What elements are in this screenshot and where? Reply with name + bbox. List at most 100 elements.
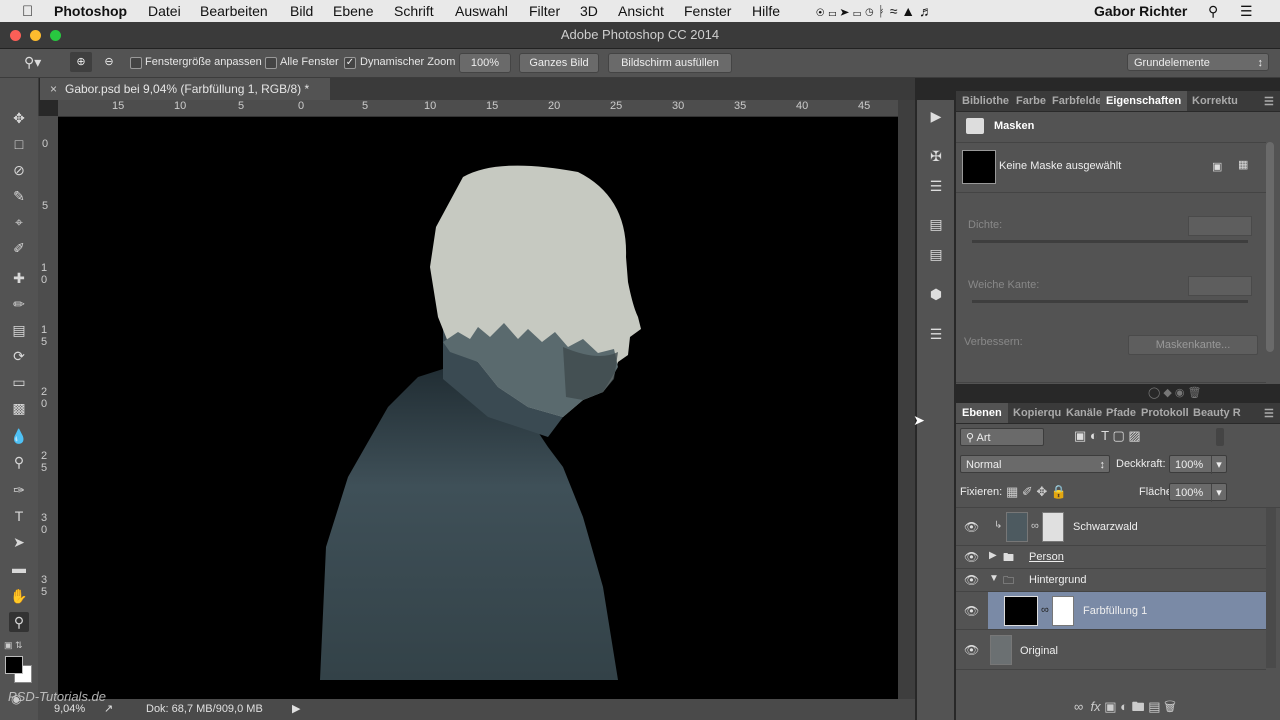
fit-window-checkbox[interactable] bbox=[130, 57, 142, 69]
history-brush-tool-icon[interactable]: ⟳ bbox=[9, 346, 29, 366]
paragraph-panel-icon[interactable]: ▤ bbox=[926, 244, 946, 264]
layer-row-schwarzwald[interactable]: 👁 ↳ ∞ Schwarzwald bbox=[956, 508, 1266, 546]
panel-menu-icon[interactable]: ☰ bbox=[1264, 407, 1274, 420]
menu-schrift[interactable]: Schrift bbox=[394, 3, 434, 19]
collapse-arrow-icon[interactable]: ▼ bbox=[989, 573, 999, 584]
menu-bild[interactable]: Bild bbox=[290, 3, 313, 19]
eye-icon[interactable]: 👁 bbox=[964, 604, 979, 618]
tab-properties[interactable]: Eigenschaften bbox=[1100, 91, 1188, 111]
menu-auswahl[interactable]: Auswahl bbox=[455, 3, 508, 19]
adjust-sliders-icon[interactable]: ☰ bbox=[926, 176, 946, 196]
document-tab[interactable]: × Gabor.psd bei 9,04% (Farbfüllung 1, RG… bbox=[40, 78, 330, 100]
layer-filter-select[interactable]: ⚲ Art bbox=[960, 428, 1044, 446]
menu-ebene[interactable]: Ebene bbox=[333, 3, 373, 19]
tab-color[interactable]: Farbe bbox=[1016, 95, 1046, 107]
dodge-tool-icon[interactable]: ⚲ bbox=[9, 452, 29, 472]
marquee-tool-icon[interactable]: □ bbox=[9, 134, 29, 154]
info-panel-icon[interactable]: ▤ bbox=[926, 214, 946, 234]
status-menu-arrow-icon[interactable]: ▶ bbox=[292, 702, 300, 715]
apple-icon[interactable]:  bbox=[22, 3, 33, 20]
layer-row-original[interactable]: 👁 Original bbox=[956, 630, 1266, 670]
add-pixel-mask-icon[interactable]: ▣ bbox=[1212, 160, 1222, 173]
feather-slider[interactable] bbox=[972, 300, 1248, 303]
feather-input[interactable] bbox=[1188, 276, 1252, 296]
tab-channels[interactable]: Kanäle bbox=[1066, 407, 1102, 419]
layer-row-hintergrund[interactable]: 👁 ▼ 🗀 Hintergrund bbox=[956, 569, 1266, 592]
tab-paths[interactable]: Pfade bbox=[1106, 407, 1136, 419]
zoom-level[interactable]: 9,04% bbox=[54, 703, 85, 715]
status-icons[interactable]: ◉ ▭ ➤ ▭ ◷ ᛓ ≈ ▲ ♬ bbox=[816, 3, 933, 19]
healing-brush-tool-icon[interactable]: ✚ bbox=[9, 268, 29, 288]
menu-fenster[interactable]: Fenster bbox=[684, 3, 731, 19]
close-window-button[interactable] bbox=[10, 30, 21, 41]
fill-input[interactable]: 100% ▾ bbox=[1169, 483, 1227, 502]
gradient-tool-icon[interactable]: ▩ bbox=[9, 398, 29, 418]
dynamic-zoom-checkbox[interactable]: ✓ bbox=[344, 57, 356, 69]
add-vector-mask-icon[interactable]: ▦ bbox=[1238, 158, 1248, 171]
layer-row-person[interactable]: 👁 ▶ 🖿 Person bbox=[956, 546, 1266, 569]
chevron-down-icon[interactable]: ▾ bbox=[1211, 456, 1226, 474]
tab-adjustments[interactable]: Korrektu bbox=[1192, 95, 1238, 107]
eye-icon[interactable]: 👁 bbox=[964, 573, 979, 587]
share-icon[interactable]: ↗ bbox=[104, 702, 113, 715]
menu-ansicht[interactable]: Ansicht bbox=[618, 3, 664, 19]
hand-tool-icon[interactable]: ✋ bbox=[9, 586, 29, 606]
properties-footer-icons[interactable]: ◯ ◆ ◉ 🗑 bbox=[1148, 386, 1202, 399]
menu-datei[interactable]: Datei bbox=[148, 3, 181, 19]
workspace-select[interactable]: Grundelemente ↕ bbox=[1127, 53, 1269, 71]
layers-scrollbar[interactable] bbox=[1266, 508, 1276, 668]
blend-mode-select[interactable]: Normal ↕ bbox=[960, 455, 1110, 473]
layer-row-farbfuellung[interactable]: 👁 ∞ Farbfüllung 1 bbox=[956, 592, 1266, 630]
density-input[interactable] bbox=[1188, 216, 1252, 236]
tab-clone-source[interactable]: Kopierqu bbox=[1013, 407, 1061, 419]
tab-libraries[interactable]: Bibliothe bbox=[962, 95, 1009, 107]
chevron-down-icon[interactable]: ▾ bbox=[1211, 484, 1226, 502]
density-slider[interactable] bbox=[972, 240, 1248, 243]
menu-hilfe[interactable]: Hilfe bbox=[752, 3, 780, 19]
expand-arrow-icon[interactable]: ▶ bbox=[989, 550, 997, 561]
list-icon[interactable]: ☰ bbox=[1240, 3, 1253, 20]
zoom-tool-icon[interactable]: ⚲ bbox=[9, 612, 29, 632]
layer-footer-icons[interactable]: ∞ fx ▣ ◐ 🖿 ▤ 🗑 bbox=[1074, 698, 1176, 720]
brush-presets-icon[interactable]: ✠ bbox=[926, 146, 946, 166]
zoom-out-icon[interactable]: ⊖ bbox=[98, 52, 120, 72]
quick-selection-tool-icon[interactable]: ✎ bbox=[9, 186, 29, 206]
zoom-tool-preset-icon[interactable]: ⚲▾ bbox=[24, 54, 41, 71]
menu-filter[interactable]: Filter bbox=[529, 3, 560, 19]
play-actions-icon[interactable]: ▶ bbox=[926, 106, 946, 126]
type-tool-icon[interactable]: T bbox=[9, 506, 29, 526]
fill-screen-button[interactable]: Bildschirm ausfüllen bbox=[608, 53, 732, 73]
move-tool-icon[interactable]: ✥ bbox=[9, 108, 29, 128]
menu-3d[interactable]: 3D bbox=[580, 3, 598, 19]
tab-layers[interactable]: Ebenen bbox=[956, 403, 1008, 423]
path-selection-tool-icon[interactable]: ➤ bbox=[9, 532, 29, 552]
filter-icons[interactable]: ▣ ◐ T ▢ ▨ bbox=[1074, 428, 1141, 444]
stamp-tool-icon[interactable]: ▤ bbox=[9, 320, 29, 340]
vertical-scrollbar[interactable] bbox=[898, 100, 915, 700]
link-icon[interactable]: ∞ bbox=[1041, 604, 1049, 616]
fit-on-screen-button[interactable]: Ganzes Bild bbox=[519, 53, 599, 73]
tab-history[interactable]: Protokoll bbox=[1141, 407, 1189, 419]
opacity-input[interactable]: 100% ▾ bbox=[1169, 455, 1227, 474]
layers-stack-icon[interactable]: ☰ bbox=[926, 324, 946, 344]
eye-icon[interactable]: 👁 bbox=[964, 550, 979, 564]
properties-scrollbar[interactable] bbox=[1266, 142, 1274, 352]
blur-tool-icon[interactable]: 💧 bbox=[9, 426, 29, 446]
mask-edge-button[interactable]: Maskenkante... bbox=[1128, 335, 1258, 355]
zoom-in-icon[interactable]: ⊕ bbox=[70, 52, 92, 72]
minimize-window-button[interactable] bbox=[30, 30, 41, 41]
crop-tool-icon[interactable]: ⌖ bbox=[9, 212, 29, 232]
brush-tool-icon[interactable]: ✏ bbox=[9, 294, 29, 314]
shape-tool-icon[interactable]: ▬ bbox=[9, 558, 29, 578]
link-icon[interactable]: ∞ bbox=[1031, 520, 1039, 532]
filter-toggle[interactable] bbox=[1216, 428, 1224, 446]
lock-icons[interactable]: ▦ ✐ ✥ 🔒 bbox=[1006, 484, 1067, 500]
eraser-tool-icon[interactable]: ▭ bbox=[9, 372, 29, 392]
3d-cube-icon[interactable]: ⬢ bbox=[926, 284, 946, 304]
eye-icon[interactable]: 👁 bbox=[964, 643, 979, 657]
pen-tool-icon[interactable]: ✑ bbox=[9, 480, 29, 500]
spotlight-icon[interactable]: ⚲ bbox=[1208, 3, 1218, 20]
foreground-color-swatch[interactable] bbox=[5, 656, 23, 674]
zoom-window-button[interactable] bbox=[50, 30, 61, 41]
tab-swatches[interactable]: Farbfelde bbox=[1052, 95, 1102, 107]
